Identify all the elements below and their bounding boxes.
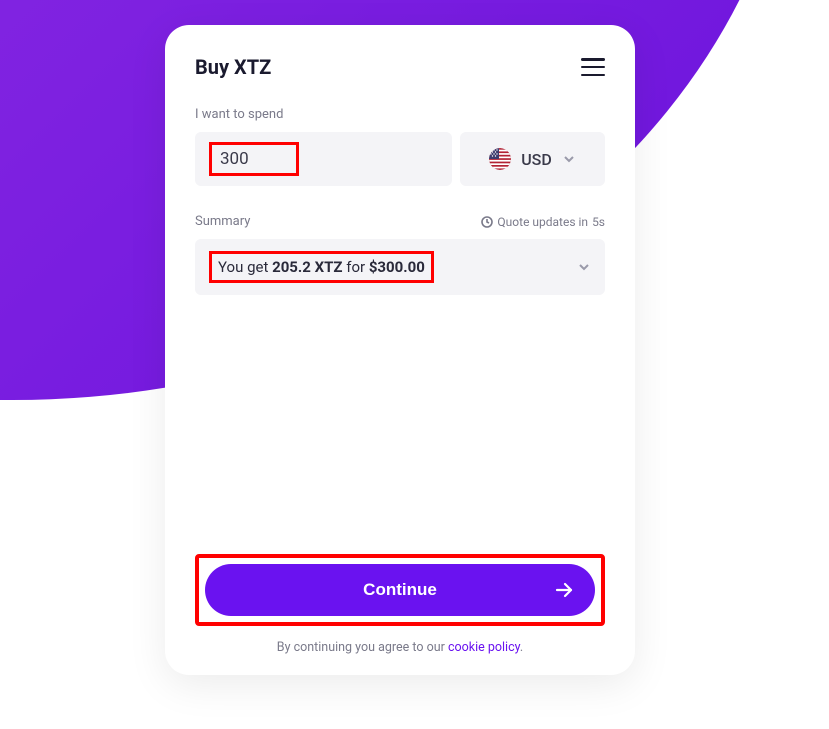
menu-icon[interactable] (581, 58, 605, 76)
summary-box[interactable]: You get 205.2 XTZ for $300.00 (195, 239, 605, 295)
summary-label: Summary (195, 214, 250, 229)
card-header: Buy XTZ (195, 55, 605, 79)
buy-card: Buy XTZ I want to spend 300 (165, 25, 635, 675)
quote-time: 5s (592, 215, 605, 229)
us-flag-icon (489, 148, 511, 170)
spend-label: I want to spend (195, 107, 605, 122)
continue-button[interactable]: Continue (205, 564, 595, 616)
quote-prefix: Quote updates in (497, 215, 588, 229)
amount-input-box[interactable]: 300 (195, 132, 452, 186)
chevron-down-icon (577, 260, 591, 274)
cookie-policy-link[interactable]: cookie policy (448, 640, 520, 655)
summary-text: You get 205.2 XTZ for $300.00 (209, 251, 434, 283)
amount-input[interactable]: 300 (209, 142, 299, 176)
clock-icon (481, 216, 493, 228)
disclaimer-text: By continuing you agree to our cookie po… (195, 640, 605, 655)
continue-label: Continue (363, 580, 437, 600)
disclaimer-prefix: By continuing you agree to our (277, 640, 448, 655)
summary-for: for (343, 258, 369, 276)
page-title: Buy XTZ (195, 55, 271, 79)
summary-fiat-amount: $300.00 (369, 258, 425, 276)
summary-header: Summary Quote updates in 5s (195, 214, 605, 229)
disclaimer-suffix: . (520, 640, 523, 655)
quote-updates-text: Quote updates in 5s (481, 215, 605, 229)
arrow-right-icon (553, 579, 575, 601)
summary-crypto-amount: 205.2 XTZ (272, 258, 342, 276)
continue-highlight: Continue (195, 554, 605, 626)
currency-selector[interactable]: USD (460, 132, 605, 186)
chevron-down-icon (562, 152, 576, 166)
spend-row: 300 (195, 132, 605, 186)
summary-prefix: You get (218, 258, 272, 276)
currency-code: USD (521, 150, 552, 169)
